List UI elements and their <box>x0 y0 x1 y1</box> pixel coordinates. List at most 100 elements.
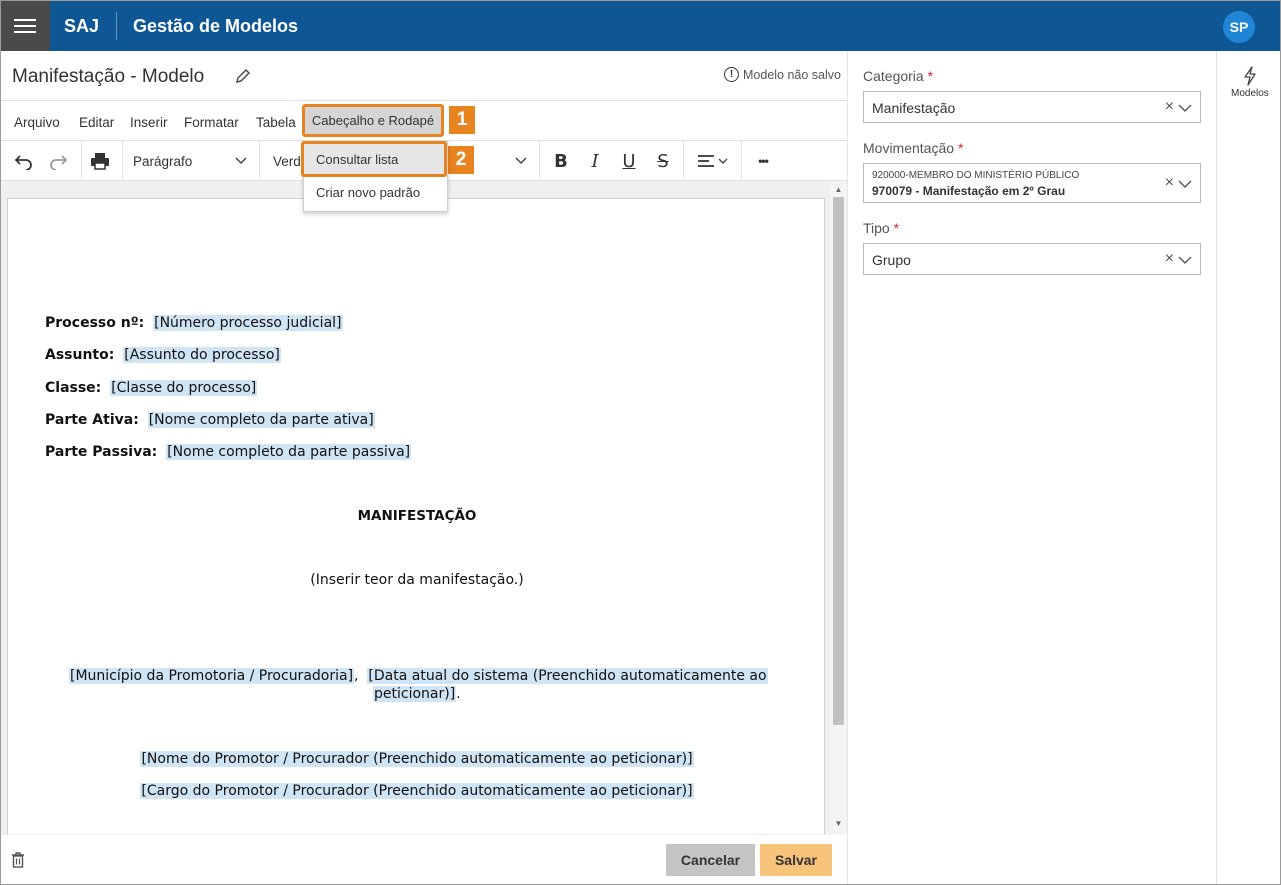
tipo-label-text: Tipo <box>863 220 890 236</box>
required-marker: * <box>927 68 934 84</box>
lightning-icon[interactable] <box>1241 66 1259 86</box>
scrollbar-thumb[interactable] <box>833 197 844 725</box>
field-placeholder[interactable]: [Nome completo da parte ativa] <box>147 412 375 428</box>
editor-scrollbar[interactable]: ▲ ▼ <box>830 181 847 835</box>
chevron-down-icon[interactable] <box>1178 255 1192 265</box>
panel-divider <box>847 51 848 885</box>
place-field[interactable]: [Município da Promotoria / Procuradoria] <box>69 668 355 684</box>
align-left-icon <box>698 155 728 167</box>
clear-icon[interactable]: × <box>1165 250 1174 268</box>
place-separator: , <box>354 668 359 684</box>
app-title: Gestão de Modelos <box>133 16 299 36</box>
menu-inserir[interactable]: Inserir <box>130 115 168 130</box>
toolbar-divider <box>81 141 82 181</box>
signature-role-field[interactable]: [Cargo do Promotor / Procurador (Preench… <box>140 783 694 799</box>
bold-button[interactable]: B <box>547 141 575 181</box>
movimentacao-label: Movimentação * <box>863 140 963 156</box>
date-field[interactable]: [Data atual do sistema (Preenchido autom… <box>367 668 768 684</box>
redo-icon <box>50 155 68 170</box>
signature-role-line: [Cargo do Promotor / Procurador (Preench… <box>8 783 826 799</box>
warning-icon: ! <box>724 67 739 82</box>
field-placeholder[interactable]: [Assunto do processo] <box>123 347 281 363</box>
save-button[interactable]: Salvar <box>760 844 832 876</box>
document-page[interactable]: Processo nº: [Número processo judicial] … <box>7 198 825 834</box>
pencil-icon[interactable] <box>234 67 252 85</box>
cancel-button[interactable]: Cancelar <box>666 844 755 876</box>
italic-button[interactable]: I <box>581 141 609 181</box>
toolbar-divider <box>683 141 684 181</box>
undo-icon <box>14 155 32 170</box>
brand-logo: SAJ <box>64 16 100 36</box>
dropdown-item-criar-padrao[interactable]: Criar novo padrão <box>316 185 420 200</box>
categoria-select[interactable]: Manifestação × <box>863 91 1201 123</box>
side-panel-divider <box>1216 51 1217 885</box>
menu-tabela[interactable]: Tabela <box>256 115 296 130</box>
chevron-down-icon[interactable] <box>1178 103 1192 113</box>
categoria-value: Manifestação <box>872 100 956 116</box>
place-date-line: [Município da Promotoria / Procuradoria]… <box>69 668 768 684</box>
printer-icon <box>91 153 109 170</box>
signature-name-field[interactable]: [Nome do Promotor / Procurador (Preenchi… <box>140 751 694 767</box>
menu-editar[interactable]: Editar <box>79 115 114 130</box>
field-label: Parte Ativa: <box>45 412 139 428</box>
field-label: Parte Passiva: <box>45 444 158 460</box>
print-button[interactable] <box>85 141 115 181</box>
side-panel-label[interactable]: Modelos <box>1231 88 1269 99</box>
chevron-down-icon <box>515 157 527 165</box>
menu-arquivo[interactable]: Arquivo <box>14 115 60 130</box>
menu-formatar[interactable]: Formatar <box>184 115 239 130</box>
date-end: . <box>456 686 461 702</box>
date-field-cont[interactable]: peticionar)] <box>373 686 457 702</box>
field-placeholder[interactable]: [Número processo judicial] <box>153 315 343 331</box>
field-classe: Classe: [Classe do processo] <box>45 380 258 396</box>
menu-hamburger-icon[interactable] <box>0 0 50 51</box>
movimentacao-label-text: Movimentação <box>863 140 955 156</box>
more-options-button[interactable]: ••• <box>749 141 777 181</box>
underline-button[interactable]: U <box>615 141 643 181</box>
document-heading: MANIFESTAÇÃO <box>357 508 477 524</box>
clear-icon[interactable]: × <box>1165 174 1174 192</box>
paragraph-style-value: Parágrafo <box>133 153 193 169</box>
field-placeholder[interactable]: [Classe do processo] <box>110 380 258 396</box>
chevron-down-icon[interactable] <box>1178 179 1192 189</box>
document-body-placeholder: (Inserir teor da manifestação.) <box>310 572 524 588</box>
categoria-label-text: Categoria <box>863 68 924 84</box>
chevron-down-icon <box>235 157 247 165</box>
field-processo: Processo nº: [Número processo judicial] <box>45 315 343 331</box>
font-family-value: Verd <box>273 153 301 169</box>
categoria-label: Categoria * <box>863 68 933 84</box>
callout-1: 1 <box>449 106 475 134</box>
movimentacao-value: 970079 - Manifestação em 2º Grau <box>872 184 1066 198</box>
menu-cabecalho-rodape[interactable]: Cabeçalho e Rodapé <box>302 104 444 137</box>
field-placeholder[interactable]: [Nome completo da parte passiva] <box>166 444 412 460</box>
tipo-select[interactable]: Grupo × <box>863 243 1201 275</box>
unsaved-status: ! Modelo não salvo <box>724 67 841 82</box>
dropdown-item-consultar-lista[interactable]: Consultar lista <box>301 141 447 177</box>
field-label: Classe: <box>45 380 102 396</box>
tipo-value: Grupo <box>872 252 911 268</box>
required-marker: * <box>893 220 900 236</box>
field-label: Assunto: <box>45 347 115 363</box>
toolbar-divider <box>539 141 540 181</box>
top-bar: SAJ Gestão de Modelos SP <box>0 0 1281 51</box>
align-select[interactable] <box>691 141 735 181</box>
field-label: Processo nº: <box>45 315 145 331</box>
tipo-label: Tipo * <box>863 220 899 236</box>
movimentacao-select[interactable]: 920000-MEMBRO DO MINISTÉRIO PÚBLICO 9700… <box>863 163 1201 203</box>
required-marker: * <box>957 140 964 156</box>
undo-button[interactable] <box>9 141 39 181</box>
strikethrough-button[interactable]: S <box>649 141 677 181</box>
signature-name-line: [Nome do Promotor / Procurador (Preenchi… <box>8 751 826 767</box>
toolbar-divider <box>741 141 742 181</box>
scroll-down-icon[interactable]: ▼ <box>830 817 847 831</box>
trash-icon[interactable] <box>11 852 25 868</box>
scroll-up-icon[interactable]: ▲ <box>830 183 847 197</box>
unsaved-label: Modelo não salvo <box>743 67 841 82</box>
movimentacao-code: 920000-MEMBRO DO MINISTÉRIO PÚBLICO <box>872 170 1080 181</box>
clear-icon[interactable]: × <box>1165 98 1174 116</box>
paragraph-style-select[interactable]: Parágrafo <box>123 141 257 181</box>
date-line-2: peticionar)]. <box>373 686 461 702</box>
user-avatar[interactable]: SP <box>1223 11 1255 43</box>
field-parte-passiva: Parte Passiva: [Nome completo da parte p… <box>45 444 412 460</box>
redo-button[interactable] <box>43 141 73 181</box>
